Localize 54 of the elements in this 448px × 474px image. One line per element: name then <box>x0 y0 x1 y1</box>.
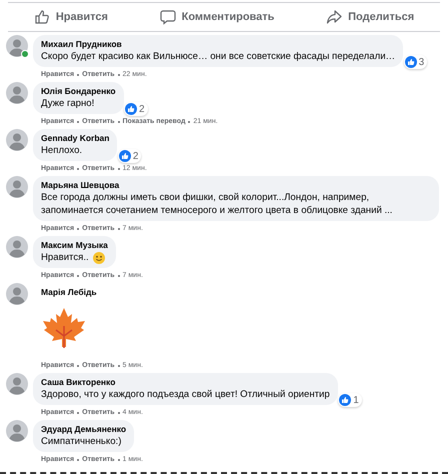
like-button[interactable]: Нравится <box>26 5 116 29</box>
comment-button[interactable]: Комментировать <box>152 5 282 29</box>
author-name[interactable]: Саша Викторенко <box>41 376 330 388</box>
like-icon <box>118 150 131 162</box>
separator-dot <box>118 74 120 76</box>
avatar[interactable] <box>6 420 28 442</box>
author-name[interactable]: Марія Лебідь <box>33 283 105 298</box>
thumbs-up-icon <box>34 9 50 25</box>
separator-dot <box>77 458 80 460</box>
comment-text: Здорово, что у каждого подъезда свой цвет! Отличный ориентир <box>41 388 330 401</box>
reaction-count[interactable]: 1 <box>338 393 362 407</box>
like-icon <box>125 103 138 115</box>
separator-dot <box>77 120 80 122</box>
reaction-count[interactable]: 2 <box>118 149 142 163</box>
separator-dot <box>118 412 120 414</box>
share-button[interactable]: Поделиться <box>318 5 422 29</box>
reaction-count[interactable]: 2 <box>124 102 148 116</box>
avatar[interactable] <box>6 373 28 395</box>
like-icon <box>339 394 352 406</box>
separator-dot <box>118 364 120 366</box>
separator-dot <box>188 120 190 122</box>
like-icon <box>404 56 417 68</box>
share-arrow-icon <box>326 9 342 25</box>
separator-dot <box>77 74 80 76</box>
separator-dot <box>77 228 80 230</box>
avatar[interactable] <box>6 283 28 305</box>
author-name[interactable]: Gennady Korban <box>41 132 110 144</box>
avatar[interactable] <box>6 35 28 57</box>
separator-dot <box>118 274 120 276</box>
speech-bubble-icon <box>160 9 176 25</box>
separator-dot <box>118 120 120 122</box>
separator-dot <box>118 458 120 460</box>
avatar[interactable] <box>6 176 28 198</box>
avatar[interactable] <box>6 129 28 151</box>
comment-text: Нравится.. <box>41 251 89 264</box>
separator-dot <box>77 412 80 414</box>
separator-dot <box>118 228 120 230</box>
comment-text: Скоро будет красиво как Вильнюсе… они все советские фасады переделали… <box>41 50 396 63</box>
comment-text: Неплохо. <box>41 144 82 157</box>
comment-text: Все города должны иметь свои фишки, свой колорит...Лондон, например, запоминается сочетанием темносерого и желтого цвета в облицовке зданий ... <box>41 191 394 217</box>
separator-dot <box>77 274 80 276</box>
separator-dot <box>118 168 120 170</box>
reaction-count[interactable]: 3 <box>404 55 428 69</box>
avatar[interactable] <box>6 82 28 104</box>
author-name[interactable]: Юлія Бондаренко <box>41 85 116 97</box>
author-name[interactable]: Михаил Прудников <box>41 38 396 50</box>
comment-text: Дуже гарно! <box>41 97 94 110</box>
avatar[interactable] <box>6 236 28 258</box>
separator-dot <box>77 364 80 366</box>
comment-text: Симпатичненько:) <box>41 435 122 448</box>
author-name[interactable]: Эдуард Демьяненко <box>41 423 126 435</box>
separator-dot <box>77 168 80 170</box>
author-name[interactable]: Марьяна Шевцова <box>41 179 431 191</box>
author-name[interactable]: Максим Музыка <box>41 239 108 251</box>
